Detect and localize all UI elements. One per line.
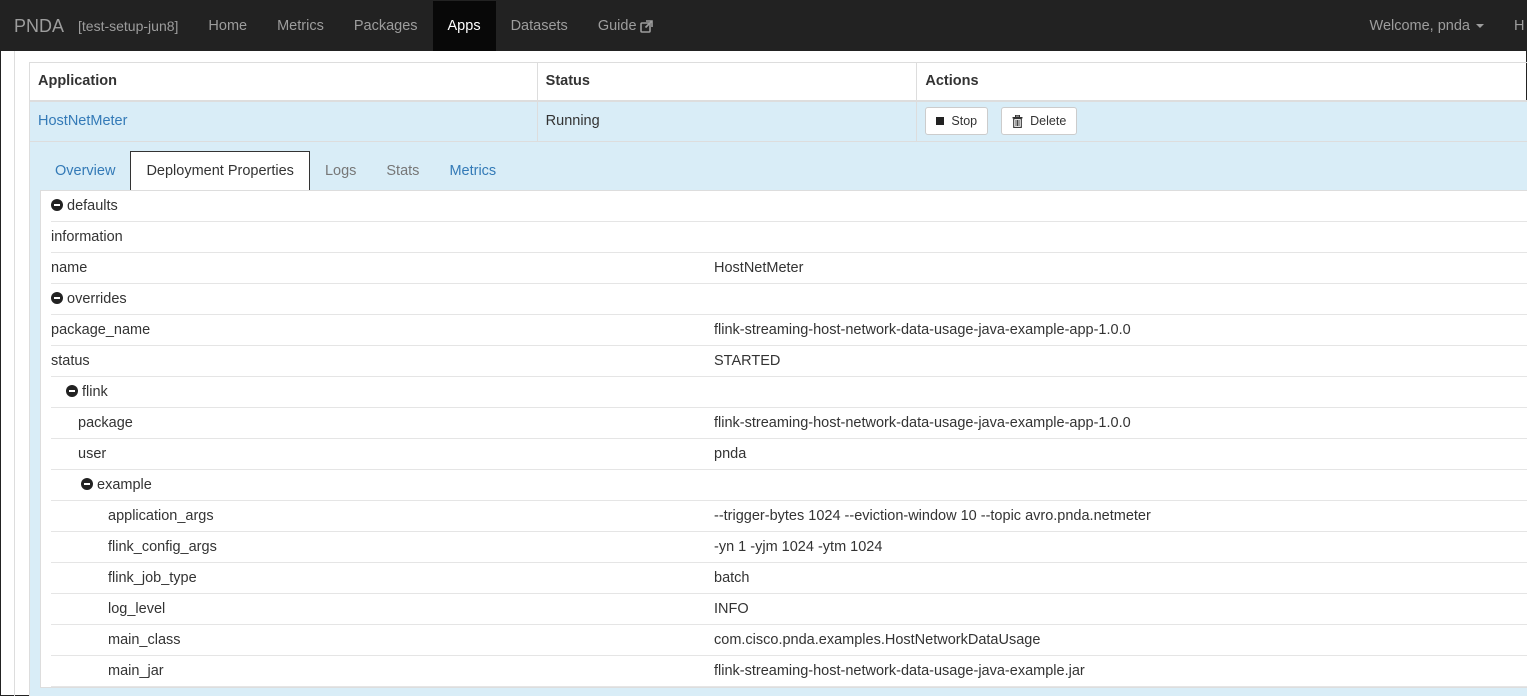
tab-overview-label: Overview xyxy=(55,163,116,179)
nav-help-partial[interactable]: H xyxy=(1514,18,1526,34)
property-row-package: package flink-streaming-host-network-dat… xyxy=(51,408,1527,439)
property-key: defaults xyxy=(67,198,118,214)
property-value: batch xyxy=(714,570,750,586)
nav-home-label: Home xyxy=(208,18,248,34)
property-value: -yn 1 -yjm 1024 -ytm 1024 xyxy=(714,539,883,555)
top-navbar: PNDA [test-setup-jun8] Home Metrics Pack… xyxy=(1,1,1526,51)
property-key: package_name xyxy=(51,322,151,338)
tab-metrics[interactable]: Metrics xyxy=(434,151,511,191)
delete-button[interactable]: Delete xyxy=(1001,107,1078,136)
nav-datasets-label: Datasets xyxy=(510,18,568,34)
header-actions: Actions xyxy=(916,62,1527,102)
property-row-main-jar: main_jar flink-streaming-host-network-da… xyxy=(51,656,1527,687)
nav-home[interactable]: Home xyxy=(193,1,262,51)
property-row-log-level: log_level INFO xyxy=(51,594,1527,625)
property-row-user: user pnda xyxy=(51,439,1527,470)
collapse-icon[interactable] xyxy=(66,385,78,397)
property-value: INFO xyxy=(714,601,749,617)
header-application: Application xyxy=(29,62,538,102)
property-key: name xyxy=(51,260,88,276)
property-key: log_level xyxy=(108,601,166,617)
property-row-application-args: application_args --trigger-bytes 1024 --… xyxy=(51,501,1527,532)
nav-metrics[interactable]: Metrics xyxy=(262,1,339,51)
tab-overview[interactable]: Overview xyxy=(40,151,130,191)
property-key: overrides xyxy=(67,291,127,307)
property-key: main_jar xyxy=(108,663,164,679)
application-status: Running xyxy=(545,113,600,130)
property-value: STARTED xyxy=(714,353,781,369)
app-detail-panel: Overview Deployment Properties Logs Stat… xyxy=(29,142,1527,696)
collapse-icon[interactable] xyxy=(51,292,63,304)
caret-down-icon xyxy=(1476,24,1484,28)
property-row-overrides: overrides xyxy=(51,284,1527,315)
nav-apps-label: Apps xyxy=(447,18,481,34)
tab-logs[interactable]: Logs xyxy=(310,151,371,191)
property-row-main-class: main_class com.cisco.pnda.examples.HostN… xyxy=(51,625,1527,656)
nav-apps[interactable]: Apps xyxy=(432,1,496,51)
property-row-name: name HostNetMeter xyxy=(51,253,1527,284)
apps-table: Application Status Actions HostNetMeter … xyxy=(29,62,1527,142)
external-link-icon xyxy=(639,19,653,33)
property-row-defaults: defaults xyxy=(51,191,1527,222)
property-row-information: information xyxy=(51,222,1527,253)
property-key: flink_job_type xyxy=(108,570,197,586)
tab-deployment-properties[interactable]: Deployment Properties xyxy=(130,151,310,191)
property-row-package-name: package_name flink-streaming-host-networ… xyxy=(51,315,1527,346)
property-key: main_class xyxy=(108,632,181,648)
tab-deployment-properties-label: Deployment Properties xyxy=(146,163,294,179)
stop-button[interactable]: Stop xyxy=(925,107,989,136)
stop-label: Stop xyxy=(951,114,978,129)
collapse-icon[interactable] xyxy=(51,199,63,211)
cluster-name: [test-setup-jun8] xyxy=(78,18,179,34)
property-value: HostNetMeter xyxy=(714,260,804,276)
property-row-status: status STARTED xyxy=(51,346,1527,377)
user-menu[interactable]: Welcome, pnda xyxy=(1370,18,1484,34)
property-key: status xyxy=(51,353,90,369)
trash-icon xyxy=(1012,114,1023,128)
nav-datasets[interactable]: Datasets xyxy=(496,1,583,51)
property-key: example xyxy=(97,477,152,493)
header-status: Status xyxy=(536,62,918,102)
property-key: information xyxy=(51,229,123,245)
property-value: flink-streaming-host-network-data-usage-… xyxy=(714,415,1131,431)
main-nav: Home Metrics Packages Apps Datasets Guid… xyxy=(193,1,667,51)
property-value: --trigger-bytes 1024 --eviction-window 1… xyxy=(714,508,1151,524)
property-key: application_args xyxy=(108,508,214,524)
stop-icon xyxy=(936,117,945,126)
property-key: flink xyxy=(82,384,108,400)
tab-stats[interactable]: Stats xyxy=(371,151,434,191)
property-row-flink-config-args: flink_config_args -yn 1 -yjm 1024 -ytm 1… xyxy=(51,532,1527,563)
apps-panel: Application Status Actions HostNetMeter … xyxy=(29,62,1527,696)
nav-packages[interactable]: Packages xyxy=(339,1,433,51)
collapse-icon[interactable] xyxy=(81,478,93,490)
tab-logs-label: Logs xyxy=(324,163,357,179)
delete-label: Delete xyxy=(1030,114,1067,129)
nav-metrics-label: Metrics xyxy=(277,18,324,34)
nav-right: Welcome, pnda H xyxy=(1370,1,1526,51)
property-key: user xyxy=(78,446,107,462)
page-divider xyxy=(14,51,15,696)
table-row: HostNetMeter Running Stop Delete xyxy=(29,100,1527,142)
property-value: flink-streaming-host-network-data-usage-… xyxy=(714,663,1085,679)
property-row-flink-job-type: flink_job_type batch xyxy=(51,563,1527,594)
properties-tree: defaults information name HostNetMeter o… xyxy=(40,190,1527,688)
tab-stats-label: Stats xyxy=(386,163,420,179)
property-row-flink: flink xyxy=(51,377,1527,408)
detail-tabs: Overview Deployment Properties Logs Stat… xyxy=(40,151,511,191)
brand-logo[interactable]: PNDA xyxy=(14,16,64,37)
table-header-row: Application Status Actions xyxy=(29,62,1527,102)
property-key: package xyxy=(78,415,133,431)
nav-packages-label: Packages xyxy=(353,18,418,34)
nav-guide[interactable]: Guide xyxy=(583,1,668,51)
user-menu-label: Welcome, pnda xyxy=(1369,18,1470,34)
property-key: flink_config_args xyxy=(108,539,217,555)
property-value: com.cisco.pnda.examples.HostNetworkDataU… xyxy=(714,632,1041,648)
application-link[interactable]: HostNetMeter xyxy=(38,113,127,129)
property-row-example: example xyxy=(51,470,1527,501)
nav-guide-label: Guide xyxy=(597,18,637,34)
tab-metrics-label: Metrics xyxy=(449,163,497,179)
property-value: pnda xyxy=(714,446,747,462)
property-value: flink-streaming-host-network-data-usage-… xyxy=(714,322,1131,338)
